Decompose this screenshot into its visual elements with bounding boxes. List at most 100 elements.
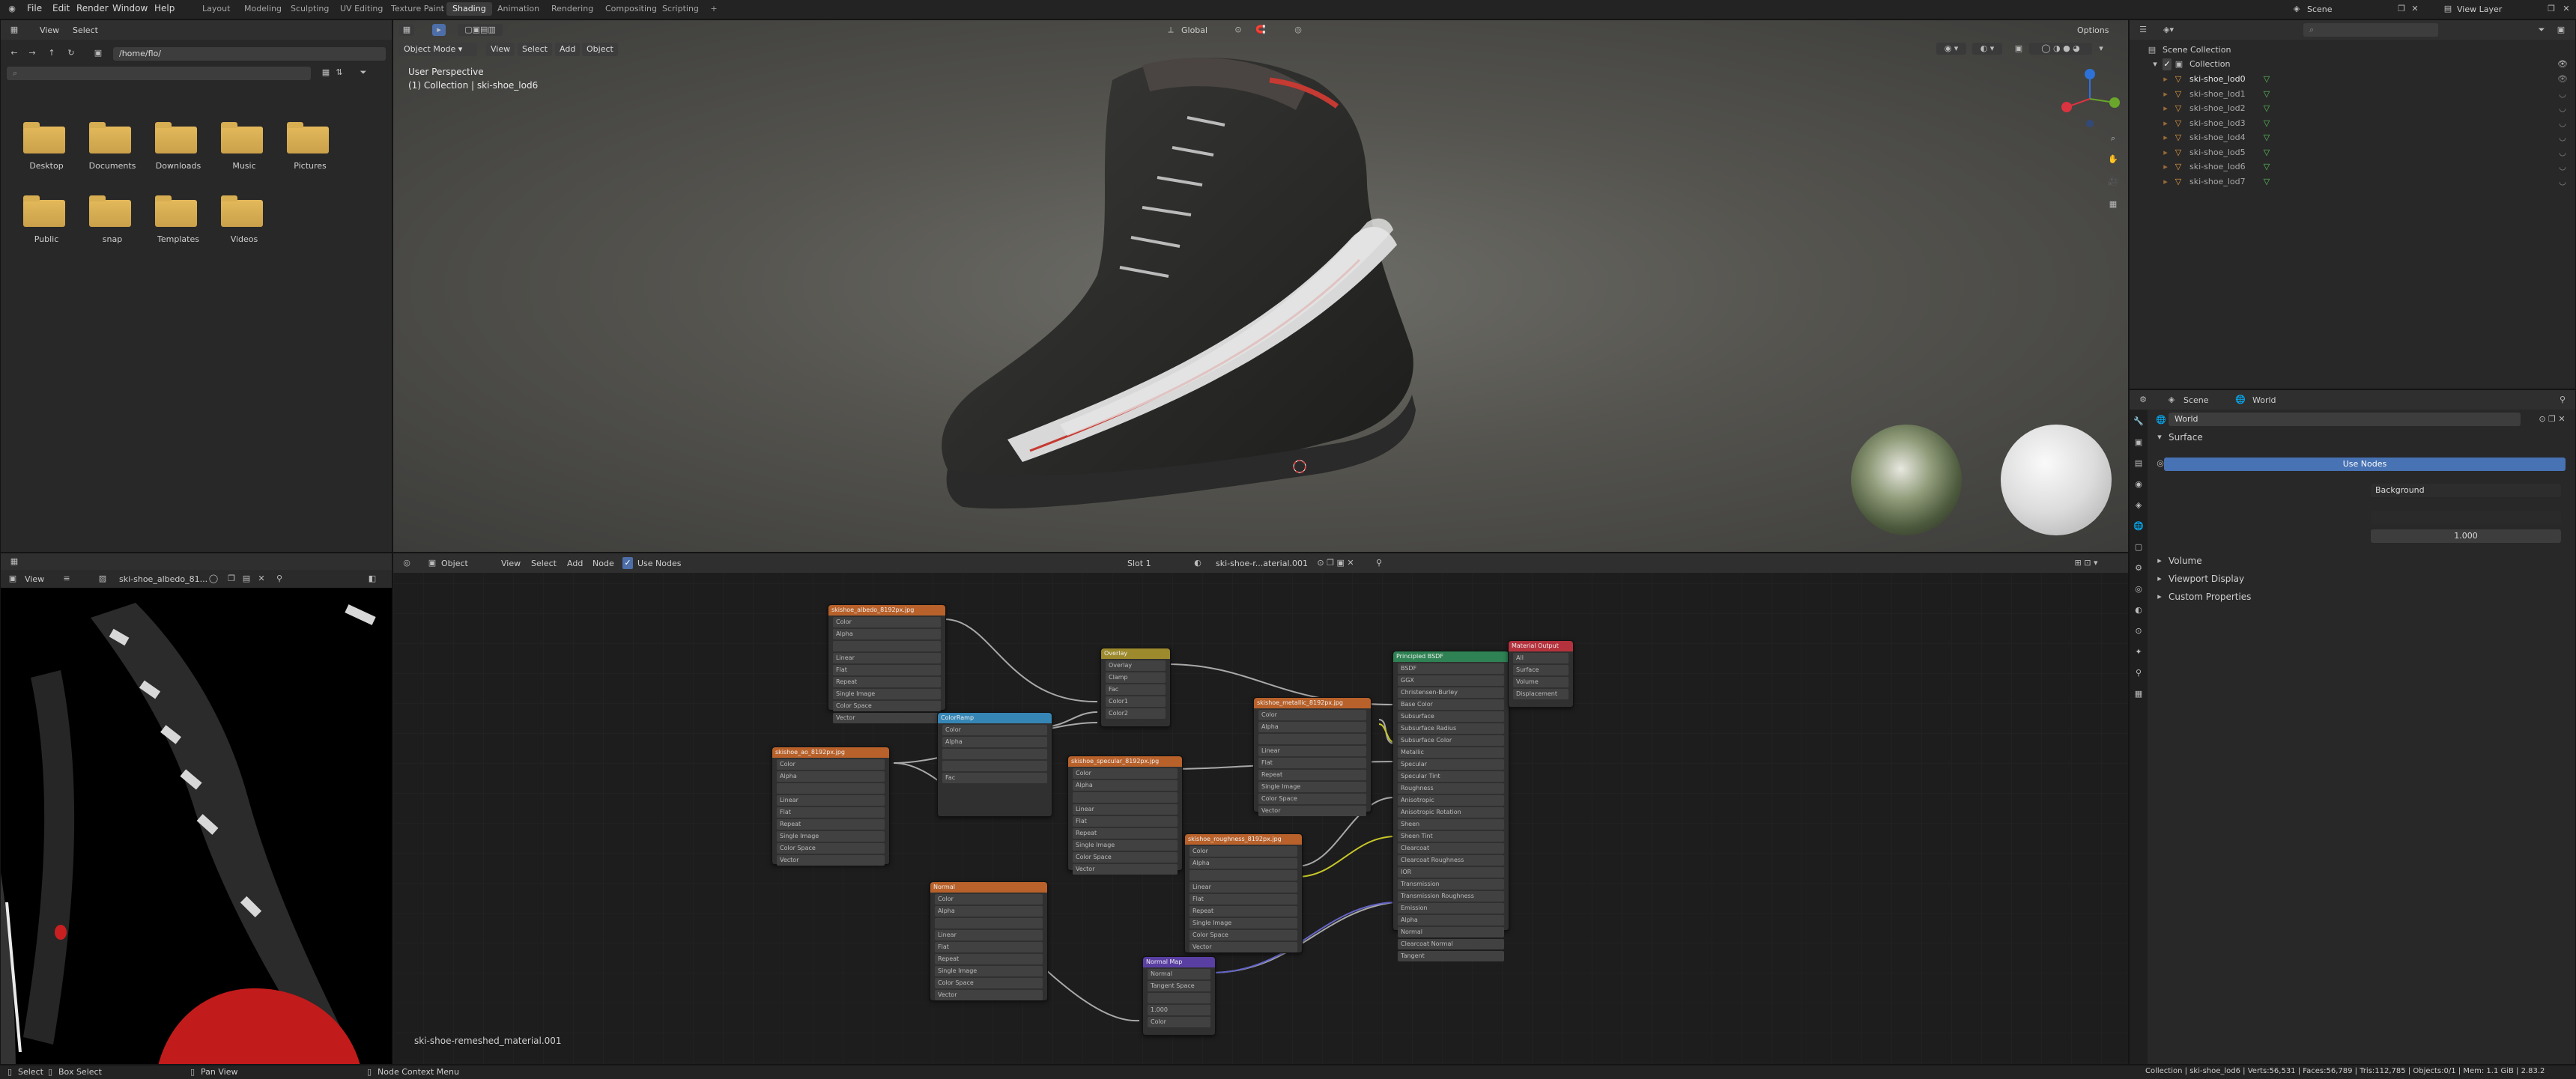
normal-map-node-field[interactable]: 1.000 [1148, 1005, 1210, 1015]
ao-texture-node-field[interactable]: Color [777, 759, 885, 770]
collection-label[interactable]: Collection [2189, 59, 2230, 69]
workspace-tab-scripting[interactable]: Scripting [656, 2, 705, 16]
fake-user-icon[interactable]: ◯ [207, 573, 219, 585]
colorramp-node-field[interactable]: Color [942, 725, 1047, 735]
ao-texture-node-field[interactable] [777, 783, 885, 794]
albedo-texture-node-field[interactable]: Alpha [833, 629, 941, 639]
principled-bsdf-node-field[interactable]: Metallic [1398, 747, 1504, 758]
world-color-swatch[interactable] [2371, 511, 2561, 524]
overlay-mix-node-field[interactable]: Color2 [1106, 708, 1166, 719]
refresh-icon[interactable]: ↻ [65, 47, 77, 59]
pin-icon[interactable]: ⚲ [2557, 394, 2569, 406]
colorramp-node-field[interactable]: Alpha [942, 737, 1047, 747]
principled-bsdf-node-field[interactable]: Transmission [1398, 879, 1504, 890]
ao-texture-node-title[interactable]: skishoe_ao_8192px.jpg [772, 747, 889, 758]
specular-texture-node-field[interactable]: Single Image [1073, 840, 1178, 851]
metallic-texture-node[interactable]: skishoe_metallic_8192px.jpg Color Alpha Lin… [1253, 697, 1372, 816]
forward-icon[interactable]: → [26, 47, 38, 59]
roughness-texture-node-field[interactable]: Color [1189, 846, 1297, 857]
normal-texture-node[interactable]: Normal Color Alpha Linear Flat Repeat Single I… [930, 881, 1048, 1001]
albedo-texture-node-field[interactable]: Single Image [833, 689, 941, 699]
visibility-eye-icon[interactable]: ◡ [2557, 118, 2569, 130]
select-mode-icons[interactable]: ▢▣▤▥ [458, 24, 503, 36]
overlay-mix-node-field[interactable]: Clamp [1106, 672, 1166, 683]
ao-texture-node-field[interactable]: Linear [777, 795, 885, 806]
sort-icon[interactable]: ⇅ [333, 67, 345, 79]
overlay-mix-node-field[interactable]: Fac [1106, 684, 1166, 695]
material-output-node-title[interactable]: Material Output [1509, 641, 1573, 651]
properties-tab-icon-3[interactable]: ◉ [2133, 478, 2145, 490]
metallic-texture-node-field[interactable]: Linear [1258, 746, 1366, 756]
material-output-node-field[interactable]: Volume [1513, 677, 1569, 687]
properties-tab-icon-8[interactable]: ◎ [2133, 583, 2145, 595]
principled-bsdf-node-field[interactable]: Clearcoat Normal [1398, 939, 1504, 949]
editor-type-icon[interactable]: ▦ [399, 24, 414, 36]
outliner-object-6[interactable]: ski-shoe_lod6 [2189, 162, 2246, 171]
menu-file[interactable]: File [27, 3, 42, 13]
folder-item[interactable]: Pictures [276, 115, 344, 183]
expand-arrow-icon[interactable]: ▾ [2151, 58, 2160, 70]
properties-world-tab[interactable]: World [2252, 395, 2276, 405]
principled-bsdf-node-field[interactable]: Specular Tint [1398, 771, 1504, 782]
folder-item[interactable]: snap [79, 188, 146, 257]
mode-select[interactable]: Object Mode ▾ [399, 43, 477, 56]
viewport-object-menu[interactable]: Object [582, 43, 618, 56]
new-folder-icon[interactable]: ▣ [92, 47, 104, 59]
properties-tab-icon-11[interactable]: ✦ [2133, 646, 2145, 658]
visibility-eye-icon[interactable]: ◡ [2557, 132, 2569, 144]
ao-texture-node-field[interactable]: Color Space [777, 843, 885, 854]
zoom-icon[interactable]: ⌕ [2106, 133, 2121, 145]
folder-item[interactable]: Templates [145, 188, 212, 257]
roughness-texture-node[interactable]: skishoe_roughness_8192px.jpg Color Alpha Li… [1184, 833, 1303, 953]
principled-bsdf-node-field[interactable]: Specular [1398, 759, 1504, 770]
folder-item[interactable]: Videos [210, 188, 278, 257]
expand-arrow-icon[interactable]: ▸ [2161, 176, 2170, 188]
visibility-eye-icon[interactable]: 👁 [2557, 73, 2569, 85]
transform-orientation[interactable]: Global [1181, 25, 1207, 35]
principled-bsdf-node-field[interactable]: Roughness [1398, 783, 1504, 794]
properties-tab-icon-5[interactable]: 🌐 [2133, 520, 2145, 532]
albedo-texture-node-field[interactable]: Color [833, 617, 941, 627]
principled-bsdf-node-field[interactable]: Tangent [1398, 951, 1504, 961]
metallic-texture-node-field[interactable] [1258, 734, 1366, 744]
normal-map-node-title[interactable]: Normal Map [1143, 957, 1215, 967]
specular-texture-node-field[interactable]: Color Space [1073, 852, 1178, 863]
principled-bsdf-node-field[interactable]: Normal [1398, 927, 1504, 937]
shading-mode-icons[interactable]: ◯ ◑ ● ◕ [2029, 43, 2092, 55]
normal-texture-node-field[interactable]: Alpha [935, 906, 1043, 917]
metallic-texture-node-field[interactable]: Color [1258, 710, 1366, 720]
filter-icon[interactable]: ⏷ [2534, 24, 2549, 36]
specular-texture-node-title[interactable]: skishoe_specular_8192px.jpg [1068, 756, 1182, 767]
viewport-select-menu[interactable]: Select [518, 43, 552, 56]
filter-icon[interactable]: ⏷ [357, 67, 369, 79]
properties-tab-icon-13[interactable]: ▦ [2133, 688, 2145, 700]
file-view-menu[interactable]: View [40, 25, 59, 35]
editor-type-icon[interactable]: ⚙ [2136, 394, 2151, 406]
ao-texture-node[interactable]: skishoe_ao_8192px.jpg Color Alpha Linear Fla… [772, 747, 890, 866]
visibility-eye-icon[interactable]: ◡ [2557, 161, 2569, 173]
xray-icon[interactable]: ▣ [2011, 43, 2026, 55]
visibility-eye-icon[interactable]: ◡ [2557, 176, 2569, 188]
overlay-mix-node-title[interactable]: Overlay [1101, 648, 1170, 659]
principled-bsdf-node-field[interactable]: IOR [1398, 867, 1504, 878]
ao-texture-node-field[interactable]: Repeat [777, 819, 885, 830]
menu-render[interactable]: Render [76, 3, 109, 13]
roughness-texture-node-field[interactable]: Vector [1189, 942, 1297, 952]
roughness-texture-node-field[interactable]: Linear [1189, 882, 1297, 893]
grid-perspective-icon[interactable]: ▦ [2106, 198, 2121, 210]
volume-panel-title[interactable]: Volume [2169, 556, 2202, 566]
specular-texture-node[interactable]: skishoe_specular_8192px.jpg Color Alpha Lin… [1067, 756, 1183, 875]
custom-properties-expand-icon[interactable]: ▸ [2155, 591, 2164, 603]
ao-texture-node-field[interactable]: Single Image [777, 831, 885, 842]
viewport-view-menu[interactable]: View [486, 43, 515, 56]
menu-window[interactable]: Window [112, 3, 148, 13]
principled-bsdf-node-field[interactable]: Subsurface Radius [1398, 723, 1504, 734]
menu-lines-icon[interactable]: ≡ [61, 573, 73, 585]
principled-bsdf-node-field[interactable]: Sheen [1398, 819, 1504, 830]
display-mode-icon[interactable]: ▦ [320, 67, 332, 79]
viewport-display-expand-icon[interactable]: ▸ [2155, 573, 2164, 585]
principled-bsdf-node[interactable]: Principled BSDF BSDF GGX Christensen-Burley… [1392, 651, 1509, 961]
image-name[interactable]: ski-shoe_albedo_81... [119, 574, 207, 584]
image-view-menu[interactable]: View [25, 574, 44, 584]
principled-bsdf-node-field[interactable]: Transmission Roughness [1398, 891, 1504, 902]
